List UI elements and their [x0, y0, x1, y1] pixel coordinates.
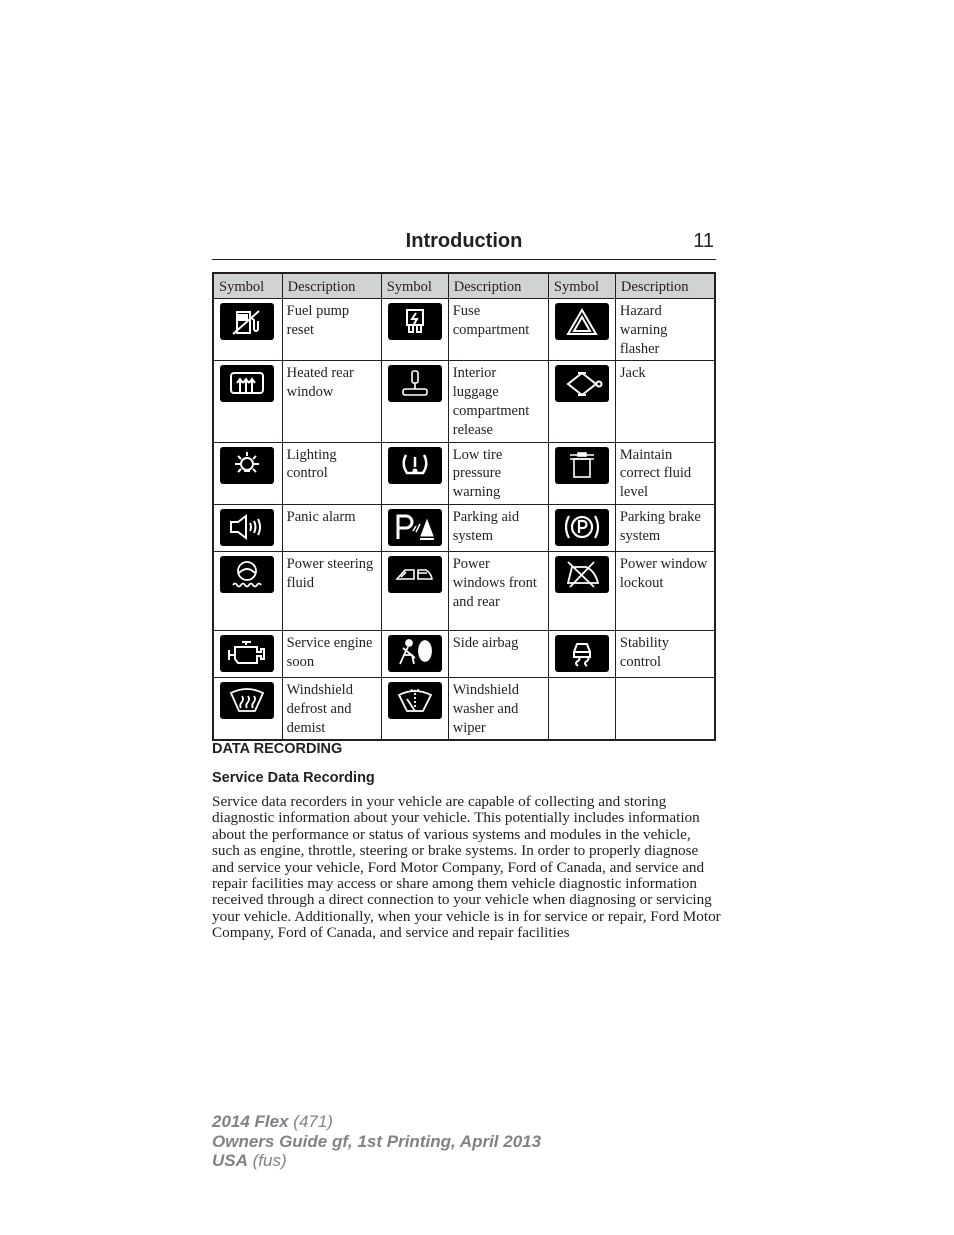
footer-line-3: USA (fus): [212, 1151, 287, 1170]
service-engine-icon: [220, 634, 274, 672]
symbol-description: Panic alarm: [281, 503, 382, 552]
windshield-washer-icon: [387, 681, 442, 719]
fluid-level-icon: [554, 446, 609, 484]
footer-line-2: Owners Guide gf, 1st Printing, April 201…: [212, 1131, 542, 1151]
table-row: Service engine soon Side airbag Stabilit…: [212, 629, 716, 678]
empty-description-cell: [614, 676, 716, 741]
power-windows-icon: [387, 555, 442, 593]
stability-control-icon: [554, 634, 609, 672]
column-header: Description: [281, 272, 382, 299]
symbol-description: Windshield washer and wiper: [447, 676, 549, 741]
symbol-description: Parking aid system: [447, 503, 549, 552]
symbol-description: Interior luggage compartment release: [447, 360, 549, 443]
parking-aid-icon: [387, 508, 442, 546]
parking-brake-icon: [554, 508, 609, 546]
symbol-description: Hazard warning flasher: [614, 297, 716, 362]
interior-luggage-release-icon: [387, 365, 442, 403]
table-row: Lighting control Low tire pressure warni…: [212, 441, 716, 505]
table-header-row: Symbol Description Symbol Description Sy…: [212, 272, 716, 299]
hazard-warning-icon: [554, 303, 609, 340]
symbol-description: Fuel pump reset: [281, 297, 382, 362]
table-row: Windshield defrost and demist Windshield…: [212, 676, 716, 741]
symbol-description: Stability control: [614, 629, 716, 678]
lighting-control-icon: [220, 446, 274, 484]
column-header: Symbol: [547, 272, 616, 299]
section-subheading: Service Data Recording: [212, 770, 375, 786]
footer-line-1: 2014 Flex (471): [212, 1112, 333, 1131]
power-window-lockout-icon: [554, 555, 609, 593]
fuel-pump-reset-icon: [220, 303, 274, 340]
column-header: Symbol: [212, 272, 283, 299]
power-steering-fluid-icon: [220, 555, 274, 593]
symbol-description: Power steering fluid: [281, 550, 382, 631]
table-row: Power steering fluid Power windows front…: [212, 550, 716, 631]
column-header: Description: [614, 272, 716, 299]
section-heading: DATA RECORDING: [212, 741, 343, 757]
page-number: 11: [693, 230, 714, 252]
windshield-defrost-icon: [220, 681, 274, 719]
page-header: Introduction 11: [212, 229, 716, 260]
symbol-description: Parking brake system: [614, 503, 716, 552]
symbol-table: Symbol Description Symbol Description Sy…: [212, 272, 716, 742]
heated-rear-window-icon: [220, 365, 274, 403]
page-footer: 2014 Flex (471) Owners Guide gf, 1st Pri…: [212, 1112, 541, 1171]
table-row: Fuel pump reset Fuse compartment Hazard …: [212, 297, 716, 362]
table-row: Panic alarm Parking aid system Parking b…: [212, 503, 716, 552]
panic-alarm-icon: [220, 508, 274, 546]
symbol-description: Power windows front and rear: [447, 550, 549, 631]
symbol-description: Service engine soon: [281, 629, 382, 678]
symbol-description: Jack: [614, 360, 716, 443]
body-paragraph: Service data recorders in your vehicle a…: [212, 793, 721, 942]
side-airbag-icon: [387, 634, 442, 672]
symbol-description: Windshield defrost and demist: [281, 676, 382, 741]
symbol-description: Heated rear window: [281, 360, 382, 443]
symbol-description: Side airbag: [447, 629, 549, 678]
symbol-description: Maintain correct fluid level: [614, 441, 716, 505]
symbol-description: Low tire pressure warning: [447, 441, 549, 505]
symbol-description: Power window lockout: [614, 550, 716, 631]
fuse-compartment-icon: [387, 303, 442, 340]
jack-icon: [554, 365, 609, 403]
low-tire-pressure-icon: [387, 446, 442, 484]
symbol-description: Fuse compartment: [447, 297, 549, 362]
empty-symbol-cell: [547, 676, 616, 741]
column-header: Symbol: [380, 272, 449, 299]
symbol-description: Lighting control: [281, 441, 382, 505]
table-row: Heated rear window Interior luggage comp…: [212, 360, 716, 443]
column-header: Description: [447, 272, 549, 299]
page-title: Introduction: [405, 230, 523, 252]
